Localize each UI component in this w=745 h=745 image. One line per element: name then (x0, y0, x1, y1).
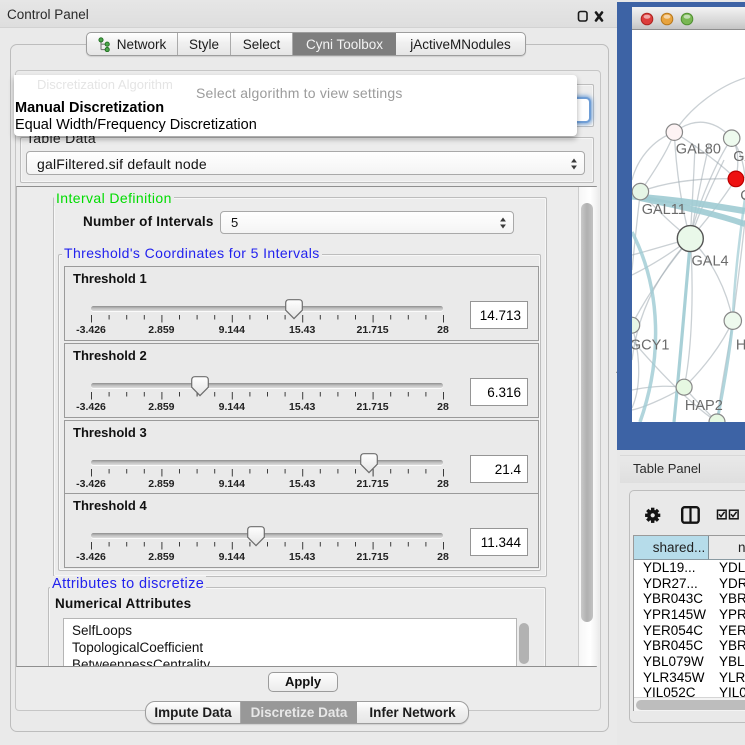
svg-text:GAL11: GAL11 (642, 202, 686, 218)
svg-text:GA: GA (733, 149, 745, 165)
svg-text:C: C (740, 188, 745, 204)
svg-text:HAP2: HAP2 (685, 398, 723, 414)
svg-text:H: H (736, 338, 745, 354)
svg-text:GCY1: GCY1 (632, 338, 669, 354)
svg-text:GAL4: GAL4 (692, 253, 729, 269)
svg-text:GAL80: GAL80 (676, 142, 721, 158)
